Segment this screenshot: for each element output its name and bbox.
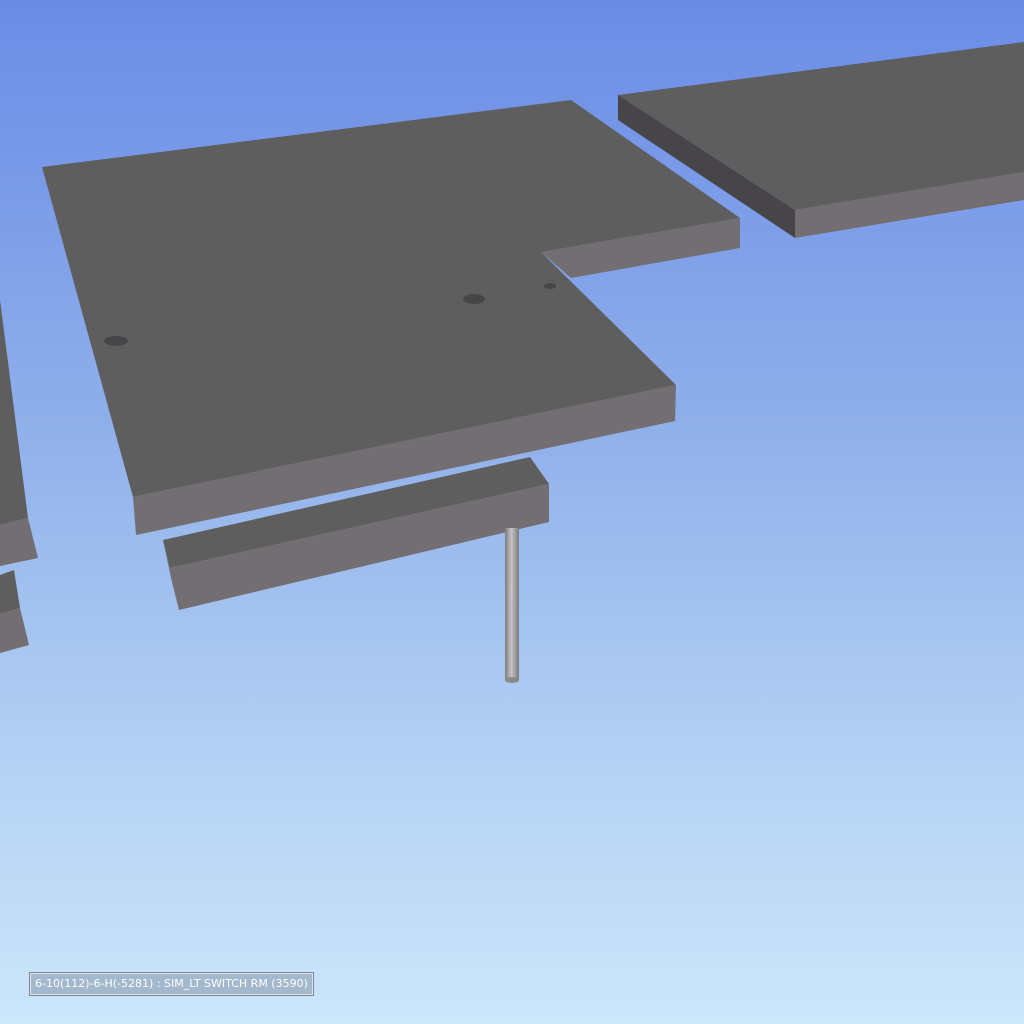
pipe-end-cap — [505, 677, 519, 683]
main-slab-top-face — [42, 100, 740, 497]
3d-viewport[interactable]: 6-10(112)-6-H(-5281) : SIM_LT SWITCH RM … — [0, 0, 1024, 1024]
hole-center — [463, 294, 485, 304]
left-slab-top-face — [0, 300, 28, 525]
selection-status-label: 6-10(112)-6-H(-5281) : SIM_LT SWITCH RM … — [30, 973, 313, 995]
main-slab[interactable] — [42, 100, 740, 535]
left-slab-side-face — [0, 518, 38, 566]
left-small-block[interactable] — [0, 570, 29, 653]
left-block-side-face — [0, 608, 29, 653]
hole-small — [544, 283, 556, 289]
hole-left — [104, 336, 128, 346]
left-partial-slab[interactable] — [0, 300, 38, 566]
3d-scene[interactable] — [0, 0, 1024, 1024]
vertical-pipe[interactable] — [505, 528, 519, 683]
left-block-top-face — [0, 570, 20, 614]
pipe-body — [505, 528, 519, 680]
